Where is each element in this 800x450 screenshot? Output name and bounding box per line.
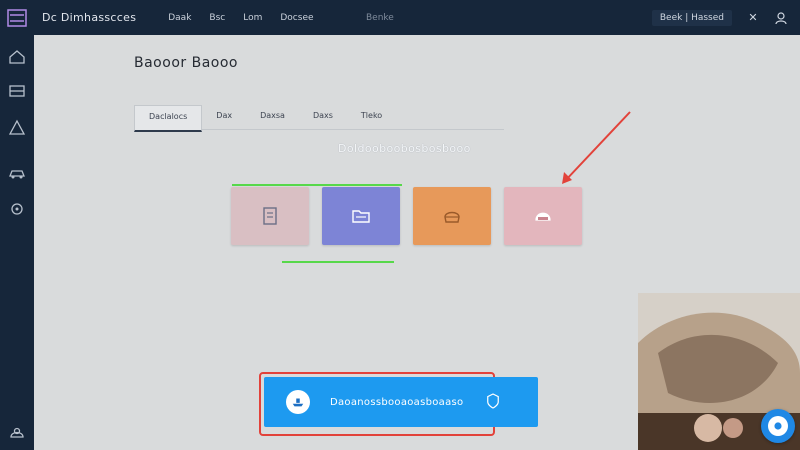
settings-icon[interactable] — [7, 423, 27, 443]
page-title: Baooor Baooo — [134, 55, 238, 71]
tab-2[interactable]: Dax — [202, 105, 246, 129]
top-navigation-bar: Dc Dimhasscces Daak Bsc Lom Docsee Benke… — [0, 0, 800, 35]
nav-center-text[interactable]: Benke — [366, 13, 394, 23]
tab-5[interactable]: Tleko — [347, 105, 396, 129]
chat-button[interactable] — [761, 409, 795, 443]
chat-icon[interactable] — [7, 199, 27, 219]
card-document[interactable] — [231, 187, 309, 245]
main-content: Baooor Baooo Daclalocs Dax Daxsa Daxs Tl… — [34, 35, 800, 450]
message-icon — [768, 416, 788, 436]
category-cards — [231, 187, 582, 245]
menu-button[interactable] — [0, 0, 34, 35]
tab-3[interactable]: Daxsa — [246, 105, 299, 129]
folder-icon — [352, 210, 370, 223]
home-icon[interactable] — [7, 47, 27, 67]
top-nav: Daak Bsc Lom Docsee — [168, 13, 331, 23]
nav-item-1[interactable]: Daak — [168, 13, 191, 23]
card-folder[interactable] — [322, 187, 400, 245]
highlight-underline-bottom — [282, 261, 394, 263]
car-icon[interactable] — [7, 163, 27, 183]
primary-action-button[interactable]: Daoanossbooaoasboaaso — [264, 377, 538, 427]
top-right-controls: Beek | Hassed ✕ — [651, 0, 788, 35]
primary-action-label: Daoanossbooaoasboaaso — [330, 396, 464, 408]
shield-icon — [485, 393, 501, 411]
annotation-arrow — [562, 111, 631, 184]
nav-item-2[interactable]: Bsc — [209, 13, 225, 23]
card-helmet[interactable] — [504, 187, 582, 245]
hamburger-icon — [7, 8, 27, 27]
warning-icon[interactable] — [7, 118, 27, 138]
helmet-icon — [535, 212, 551, 221]
user-icon[interactable] — [774, 11, 788, 25]
section-heading: Doldooboobosbosbooo — [338, 142, 471, 155]
basket-icon — [444, 211, 460, 223]
left-sidebar — [0, 35, 34, 450]
app-title: Dc Dimhasscces — [42, 11, 137, 24]
close-icon[interactable]: ✕ — [746, 11, 760, 25]
card-basket[interactable] — [413, 187, 491, 245]
document-icon — [263, 207, 277, 225]
ship-icon — [286, 390, 310, 414]
tab-1[interactable]: Daclalocs — [134, 105, 203, 132]
highlight-underline-top — [232, 184, 402, 186]
inbox-icon[interactable] — [7, 80, 27, 100]
tab-bar: Daclalocs Dax Daxsa Daxs Tleko — [134, 105, 504, 132]
nav-item-4[interactable]: Docsee — [280, 13, 313, 23]
tab-4[interactable]: Daxs — [299, 105, 347, 129]
account-button[interactable]: Beek | Hassed — [651, 9, 732, 26]
nav-item-3[interactable]: Lom — [243, 13, 262, 23]
